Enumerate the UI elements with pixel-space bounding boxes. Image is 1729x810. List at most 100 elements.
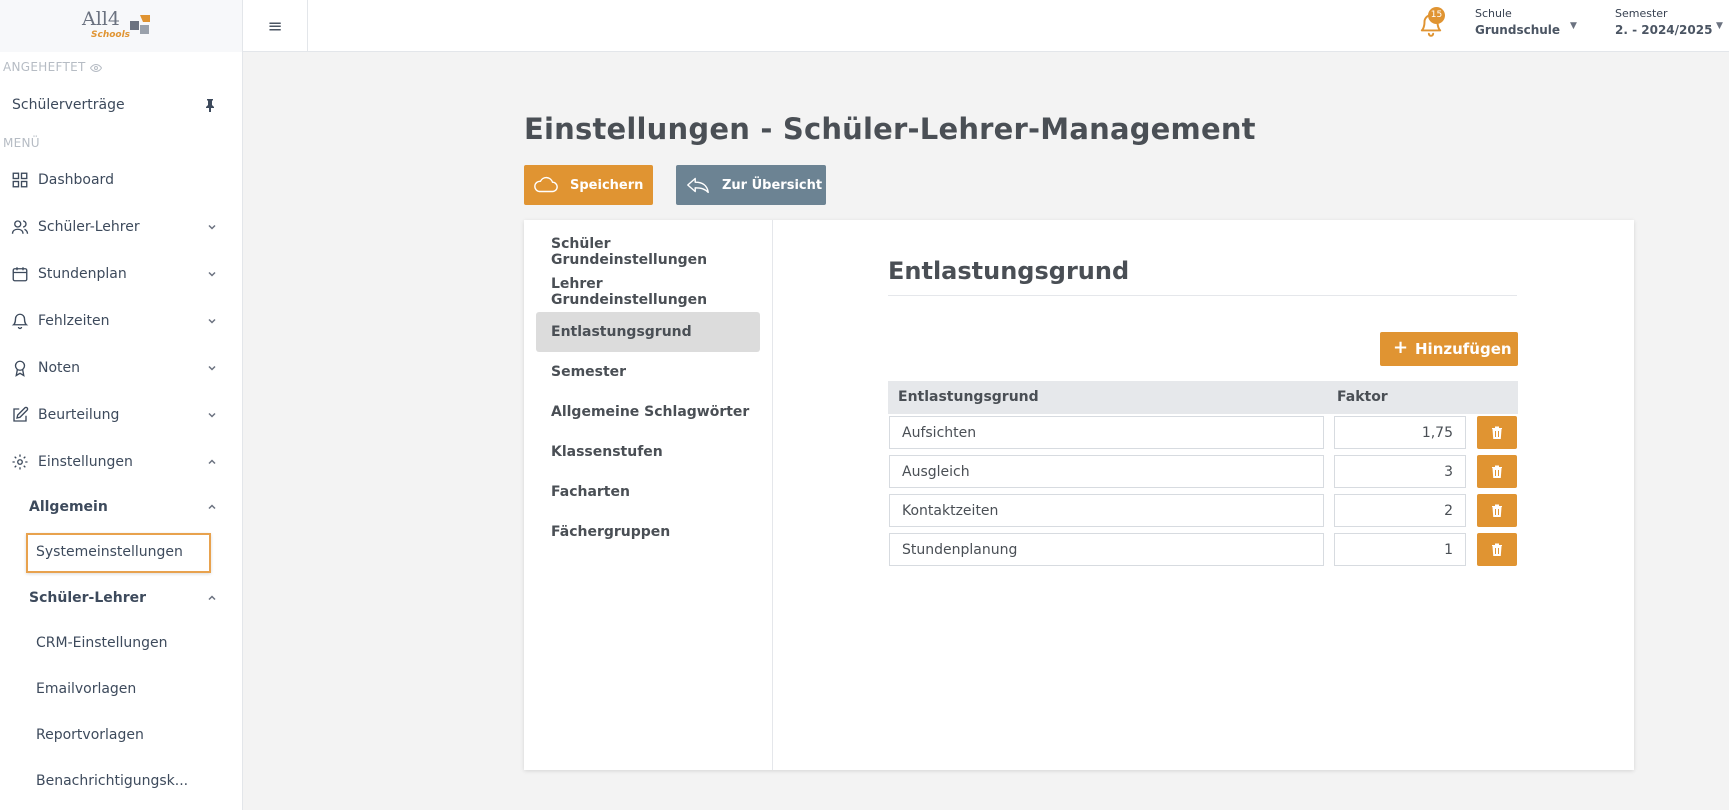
column-header-faktor: Faktor [1337,389,1388,405]
chevron-down-icon [208,365,216,371]
chevron-down-icon: ▼ [1570,21,1577,31]
logo-area: All4 Schools [0,0,243,52]
calendar-icon [12,267,28,282]
group-label: Schüler-Lehrer [29,590,147,606]
sidebar-group-schueler-lehrer[interactable]: Schüler-Lehrer [0,581,242,615]
trash-icon [1492,543,1502,556]
sidebar-item-crm-einstellungen[interactable]: CRM-Einstellungen [0,626,242,660]
pinned-section-label: ANGEHEFTET [3,60,102,74]
award-icon [14,360,26,377]
reason-input[interactable]: Stundenplanung [889,533,1324,566]
delete-row-button[interactable] [1477,533,1517,566]
sidebar-item-dashboard[interactable]: Dashboard [0,162,242,198]
pin-icon[interactable] [204,98,216,112]
reason-input[interactable]: Ausgleich [889,455,1324,488]
bell-icon [11,313,29,330]
logo-subtext: Schools [91,30,131,40]
table-row: Stundenplanung 1 [888,532,1518,567]
tab-lehrer-grundeinstellungen[interactable]: Lehrer Grundeinstellungen [536,272,760,312]
semester-selector[interactable]: Semester 2. - 2024/2025 ▼ [1615,7,1723,37]
cloud-icon [534,176,558,193]
factor-input[interactable]: 1 [1334,533,1466,566]
table-row: Aufsichten 1,75 [888,415,1518,450]
sidebar-item-label: Benachrichtigungsk... [36,773,189,789]
grid-icon [12,172,28,188]
logo-mark-icon [130,15,150,34]
factor-input[interactable]: 1,75 [1334,416,1466,449]
school-selector[interactable]: Schule Grundschule ▼ [1475,7,1577,37]
notification-badge: 15 [1428,7,1445,24]
reason-input[interactable]: Aufsichten [889,416,1324,449]
column-header-entlastungsgrund: Entlastungsgrund [898,389,1039,405]
section-title: Entlastungsgrund [888,257,1130,285]
table-row: Ausgleich 3 [888,454,1518,489]
tab-schueler-grundeinstellungen[interactable]: Schüler Grundeinstellungen [536,232,760,272]
semester-label: Semester [1615,7,1668,20]
sidebar-item-label: CRM-Einstellungen [36,635,168,651]
delete-row-button[interactable] [1477,455,1517,488]
logo-text: All4 [82,8,120,30]
pinned-item-label: Schülerverträge [12,97,125,113]
sidebar-group-allgemein[interactable]: Allgemein [0,490,242,524]
menu-section-label: MENÜ [3,136,40,150]
sidebar-item-einstellungen[interactable]: Einstellungen [0,444,242,480]
plus-icon: + [1393,337,1409,358]
sidebar-pinned-schuelervertraege[interactable]: Schülerverträge [0,87,242,123]
sidebar-item-label: Beurteilung [38,407,120,423]
sidebar-item-fehlzeiten[interactable]: Fehlzeiten [0,303,242,339]
tab-semester[interactable]: Semester [536,352,760,392]
table-header: Entlastungsgrund Faktor [888,381,1518,414]
trash-icon [1492,504,1502,517]
chevron-down-icon [208,271,216,277]
sidebar-item-noten[interactable]: Noten [0,350,242,386]
reason-input[interactable]: Kontaktzeiten [889,494,1324,527]
back-button-label: Zur Übersicht [722,177,823,193]
tab-entlastungsgrund[interactable]: Entlastungsgrund [536,312,760,352]
tab-klassenstufen[interactable]: Klassenstufen [536,432,760,472]
trash-icon [1492,426,1502,439]
sidebar-item-label: Einstellungen [38,454,133,470]
sidebar-item-emailvorlagen[interactable]: Emailvorlagen [0,672,242,706]
app-logo[interactable]: All4 Schools [82,8,162,44]
sidebar-item-label: Schüler-Lehrer [38,219,140,235]
chevron-down-icon [208,224,216,230]
delete-row-button[interactable] [1477,494,1517,527]
factor-input[interactable]: 3 [1334,455,1466,488]
group-label: Allgemein [29,499,108,515]
sidebar-item-label: Emailvorlagen [36,681,137,697]
sidebar-item-schueler-lehrer[interactable]: Schüler-Lehrer [0,209,242,245]
tab-facharten[interactable]: Facharten [536,472,760,512]
edit-icon [13,406,29,422]
gear-icon [12,454,28,470]
card-divider [772,220,773,770]
chevron-down-icon: ▼ [1716,21,1723,31]
sidebar-item-label: Stundenplan [38,266,127,282]
school-value: Grundschule [1475,23,1561,37]
delete-row-button[interactable] [1477,416,1517,449]
reply-arrow-icon [687,177,709,194]
sidebar-item-stundenplan[interactable]: Stundenplan [0,256,242,292]
top-bar: All4 Schools ≡ 15 Schule Grundschule ▼ S… [0,0,1729,52]
eye-icon [89,63,102,72]
school-label: Schule [1475,7,1512,20]
section-divider [888,295,1517,296]
sidebar-item-label: Noten [38,360,81,376]
chevron-up-icon [208,595,216,601]
table-row: Kontaktzeiten 2 [888,493,1518,528]
add-button[interactable]: + Hinzufügen [1380,332,1518,366]
factor-input[interactable]: 2 [1334,494,1466,527]
save-button[interactable]: Speichern [524,165,653,205]
sidebar-item-benachrichtigungen[interactable]: Benachrichtigungsk... [0,764,242,798]
tab-allgemeine-schlagwoerter[interactable]: Allgemeine Schlagwörter [536,392,760,432]
sidebar-item-reportvorlagen[interactable]: Reportvorlagen [0,718,242,752]
chevron-up-icon [208,459,216,465]
back-to-overview-button[interactable]: Zur Übersicht [676,165,826,205]
semester-value: 2. - 2024/2025 [1615,23,1713,37]
menu-toggle-icon[interactable]: ≡ [243,0,308,52]
sidebar-item-systemeinstellungen[interactable]: Systemeinstellungen [26,533,211,573]
chevron-down-icon [208,318,216,324]
tab-faechergruppen[interactable]: Fächergruppen [536,512,760,552]
trash-icon [1492,465,1502,478]
sidebar-item-beurteilung[interactable]: Beurteilung [0,397,242,433]
sidebar-item-label: Systemeinstellungen [36,544,183,560]
